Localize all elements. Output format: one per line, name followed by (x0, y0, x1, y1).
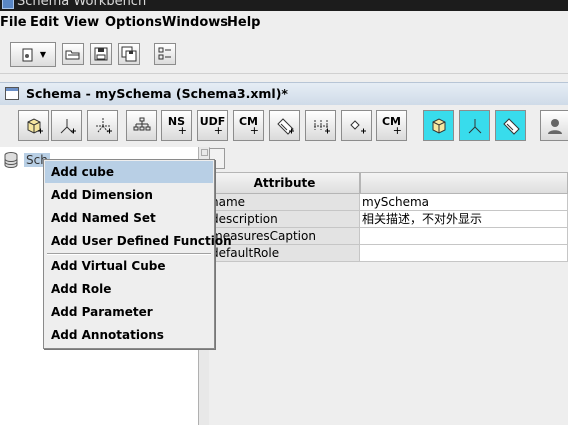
new-icon (22, 48, 33, 61)
add-udf-button[interactable]: UDF + (197, 110, 228, 141)
add-level-button[interactable] (126, 110, 157, 141)
add-cm-item-button[interactable]: CM + (376, 110, 407, 141)
context-menu: Add cube Add Dimension Add Named Set Add… (43, 159, 232, 349)
table-row[interactable]: defaultRole (209, 245, 568, 262)
save-as-button[interactable] (118, 43, 140, 65)
menu-item-add-cube[interactable]: Add cube (45, 161, 213, 183)
add-virtual-cube-button[interactable] (423, 110, 454, 141)
attribute-value-cell[interactable]: 相关描述，不对外显示 (360, 211, 568, 228)
open-icon (65, 50, 80, 60)
open-button[interactable] (62, 43, 84, 65)
attribute-table: Attribute name mySchema description 相关描述… (209, 172, 568, 262)
plus-icon: + (177, 124, 187, 137)
add-cube-button[interactable] (18, 110, 49, 141)
save-button[interactable] (90, 43, 112, 65)
value-column-header[interactable] (360, 172, 568, 194)
attribute-value-cell[interactable]: mySchema (360, 194, 568, 211)
menu-bar: File Edit View Options Windows Help (0, 11, 568, 35)
splitter-grip-icon (201, 149, 208, 156)
add-virtual-dimension-icon (468, 118, 481, 133)
menu-item-add-role[interactable]: Add Role (45, 278, 213, 300)
preferences-button[interactable] (154, 43, 176, 65)
attribute-column-header[interactable]: Attribute (209, 172, 360, 194)
app-icon (2, 0, 14, 9)
menu-view[interactable]: View (64, 15, 99, 30)
schema-frame-title: Schema - mySchema (Schema3.xml)* (26, 86, 288, 101)
add-property-button[interactable] (305, 110, 336, 141)
preferences-icon (158, 47, 171, 60)
menu-windows[interactable]: Windows (162, 15, 228, 30)
plus-icon: + (213, 124, 223, 137)
add-cube-icon (27, 117, 43, 134)
add-dimension-button[interactable] (51, 110, 82, 141)
table-row[interactable]: description 相关描述，不对外显示 (209, 211, 568, 228)
add-virtual-cube-icon (432, 117, 445, 134)
menu-item-add-user-defined-function[interactable]: Add User Defined Function (45, 230, 232, 252)
plus-icon: + (249, 124, 259, 137)
attribute-name-cell: description (209, 211, 360, 228)
add-hierarchy-icon (95, 117, 112, 133)
add-virtual-measure-button[interactable] (495, 110, 526, 141)
menu-edit[interactable]: Edit (30, 15, 59, 30)
menu-item-add-named-set[interactable]: Add Named Set (45, 207, 213, 229)
frame-icon (5, 87, 19, 100)
add-role-button[interactable] (540, 110, 568, 141)
add-parameter-icon (349, 119, 366, 133)
add-parameter-button[interactable] (341, 110, 372, 141)
add-dimension-icon (60, 118, 76, 133)
new-dropdown-button[interactable]: ▼ (10, 42, 56, 67)
save-as-icon (121, 46, 137, 62)
add-property-icon (313, 119, 330, 133)
menu-item-add-virtual-cube[interactable]: Add Virtual Cube (45, 255, 213, 277)
schema-frame-title-bar[interactable]: Schema - mySchema (Schema3.xml)* (0, 82, 568, 106)
save-icon (94, 47, 108, 61)
window-title: Schema Workbench (17, 0, 147, 9)
menu-file[interactable]: File (0, 15, 27, 30)
add-measure-icon (276, 117, 294, 135)
add-level-icon (133, 117, 150, 130)
plus-icon: + (392, 124, 402, 137)
add-measure-button[interactable] (269, 110, 300, 141)
menu-item-add-annotations[interactable]: Add Annotations (45, 324, 213, 346)
menu-help[interactable]: Help (227, 15, 260, 30)
add-virtual-measure-icon (502, 117, 520, 135)
menu-options[interactable]: Options (105, 15, 162, 30)
attribute-value-cell[interactable] (360, 228, 568, 245)
attribute-name-cell: name (209, 194, 360, 211)
menu-item-add-parameter[interactable]: Add Parameter (45, 301, 213, 323)
window-title-bar: Schema Workbench (0, 0, 568, 11)
add-virtual-dimension-button[interactable] (459, 110, 490, 141)
add-role-icon (547, 118, 562, 134)
chevron-down-icon: ▼ (39, 50, 47, 59)
add-calculated-member-button[interactable]: CM + (233, 110, 264, 141)
table-row[interactable]: measuresCaption (209, 228, 568, 245)
attribute-value-cell[interactable] (360, 245, 568, 262)
add-named-set-button[interactable]: NS + (161, 110, 192, 141)
table-row[interactable]: name mySchema (209, 194, 568, 211)
attribute-table-header: Attribute (209, 172, 568, 194)
database-icon (4, 152, 18, 168)
menu-item-add-dimension[interactable]: Add Dimension (45, 184, 213, 206)
schema-toolbar: NS + UDF + CM + CM + (0, 105, 568, 145)
add-hierarchy-button[interactable] (87, 110, 118, 141)
main-toolbar: ▼ (0, 35, 568, 74)
